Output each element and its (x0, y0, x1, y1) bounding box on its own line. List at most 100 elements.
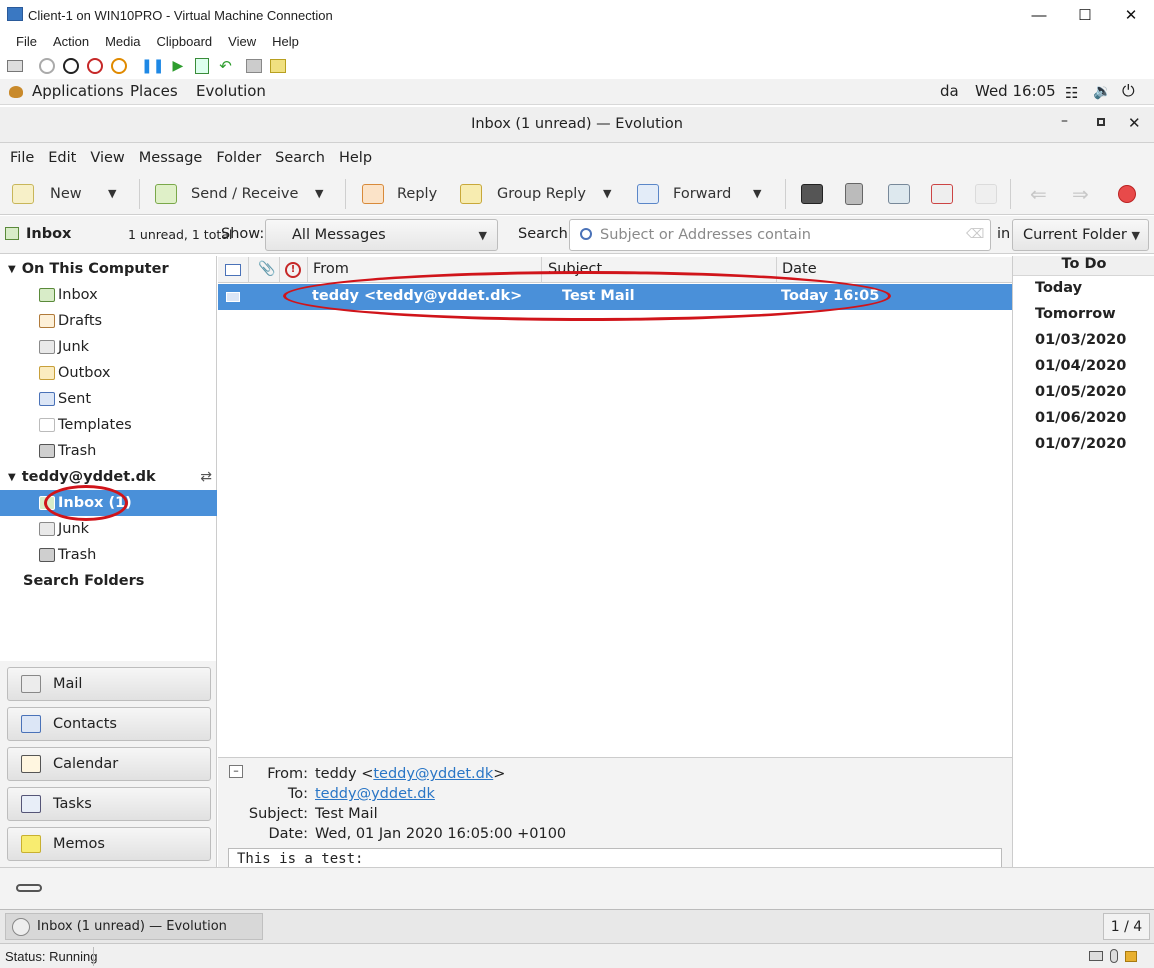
enhanced-session-icon[interactable] (245, 59, 262, 73)
maximize-button[interactable]: ☐ (1062, 0, 1108, 30)
workspace-switcher[interactable]: 1 / 4 (1103, 913, 1150, 940)
todo-item-tomorrow[interactable]: Tomorrow (1035, 306, 1116, 322)
archive-icon[interactable] (975, 184, 997, 204)
online-status-icon[interactable] (16, 884, 42, 892)
group-reply-dropdown-icon[interactable]: ▼ (603, 187, 611, 200)
network-icon[interactable]: ☷ (1065, 84, 1078, 102)
checkpoint-icon[interactable] (195, 58, 210, 74)
evo-minimize-button[interactable]: – (1061, 113, 1068, 129)
stop-icon[interactable] (1118, 185, 1136, 203)
resume-icon[interactable]: ▶ (172, 58, 183, 74)
status-column-icon[interactable] (225, 264, 241, 276)
todo-item-date[interactable]: 01/05/2020 (1035, 384, 1126, 400)
back-icon[interactable]: ⇐ (1030, 182, 1047, 206)
junk-icon[interactable] (888, 184, 910, 204)
clock[interactable]: Wed 16:05 (975, 82, 1056, 100)
folder-junk[interactable]: Junk (39, 334, 89, 360)
switcher-tasks[interactable]: Tasks (7, 787, 211, 821)
menu-folder[interactable]: Folder (216, 150, 261, 166)
switcher-memos[interactable]: Memos (7, 827, 211, 861)
folder-label: Trash (58, 547, 97, 563)
forward-dropdown-icon[interactable]: ▼ (753, 187, 761, 200)
from-column-header[interactable]: From (313, 261, 349, 277)
forward-button[interactable]: Forward (637, 173, 731, 215)
menu-file[interactable]: File (10, 150, 34, 166)
tree-node-search-folders[interactable]: Search Folders (23, 568, 144, 594)
print-icon[interactable] (801, 184, 823, 204)
tree-node-account[interactable]: ▼ teddy@yddet.dk ⇄ (8, 464, 215, 490)
switcher-calendar[interactable]: Calendar (7, 747, 211, 781)
host-menu-help[interactable]: Help (272, 34, 299, 49)
power-icon[interactable]: ⏻ (1122, 81, 1135, 101)
applications-menu[interactable]: Applications (32, 82, 124, 100)
folder-outbox[interactable]: Outbox (39, 360, 111, 386)
show-filter-combo[interactable]: All Messages ▼ (265, 219, 498, 251)
evo-close-button[interactable]: ✕ (1128, 114, 1141, 132)
evolution-app-menu[interactable]: Evolution (196, 82, 266, 100)
switcher-contacts[interactable]: Contacts (7, 707, 211, 741)
new-dropdown-icon[interactable]: ▼ (108, 187, 116, 200)
forward-nav-icon[interactable]: ⇒ (1072, 182, 1089, 206)
taskbar-window-button[interactable]: Inbox (1 unread) — Evolution (5, 913, 263, 940)
search-input[interactable]: Subject or Addresses contain ⌫ (569, 219, 991, 251)
attachment-column-icon[interactable]: 📎 (258, 261, 275, 277)
revert-icon[interactable]: ↶ (219, 57, 232, 75)
reply-icon (362, 184, 384, 204)
keyboard-layout[interactable]: da (940, 82, 959, 100)
todo-item-date[interactable]: 01/04/2020 (1035, 358, 1126, 374)
todo-item-date[interactable]: 01/06/2020 (1035, 410, 1126, 426)
send-receive-dropdown-icon[interactable]: ▼ (315, 187, 323, 200)
date-column-header[interactable]: Date (782, 261, 817, 277)
turn-off-icon[interactable] (63, 58, 79, 74)
host-menu-action[interactable]: Action (53, 34, 89, 49)
pause-icon[interactable]: ❚❚ (141, 58, 164, 74)
reply-button[interactable]: Reply (362, 173, 437, 215)
group-reply-button[interactable]: Group Reply (460, 173, 586, 215)
folder-trash[interactable]: Trash (39, 438, 96, 464)
send-receive-button[interactable]: Send / Receive (155, 173, 298, 215)
menu-message[interactable]: Message (139, 150, 203, 166)
host-menu-clipboard[interactable]: Clipboard (157, 34, 213, 49)
folder-drafts[interactable]: Drafts (39, 308, 102, 334)
folder-inbox[interactable]: Inbox (39, 282, 98, 308)
volume-icon[interactable]: 🔉 (1093, 82, 1112, 100)
close-button[interactable]: ✕ (1108, 0, 1154, 30)
host-menu-view[interactable]: View (228, 34, 256, 49)
folder-account-trash[interactable]: Trash (39, 542, 96, 568)
folder-sent[interactable]: Sent (39, 386, 91, 412)
folder-templates[interactable]: Templates (39, 412, 132, 438)
delete-icon[interactable] (845, 183, 863, 205)
menu-search[interactable]: Search (275, 150, 325, 166)
save-state-icon[interactable] (111, 58, 127, 74)
minimize-button[interactable]: — (1016, 0, 1062, 30)
message-list (218, 256, 1012, 756)
menu-edit[interactable]: Edit (48, 150, 76, 166)
places-menu[interactable]: Places (130, 82, 178, 100)
tree-node-local[interactable]: ▼ On This Computer (8, 256, 169, 282)
start-icon[interactable] (39, 58, 55, 74)
expander-icon[interactable]: ▼ (8, 472, 16, 483)
clear-search-icon[interactable]: ⌫ (966, 227, 984, 242)
share-icon[interactable] (269, 59, 286, 73)
host-menu-media[interactable]: Media (105, 34, 140, 49)
evo-maximize-button[interactable] (1097, 118, 1105, 126)
todo-item-today[interactable]: Today (1035, 280, 1082, 296)
flag-column-icon[interactable]: ! (285, 262, 301, 278)
evolution-icon (12, 917, 30, 936)
shutdown-icon[interactable] (87, 58, 103, 74)
menu-help[interactable]: Help (339, 150, 372, 166)
host-menu-file[interactable]: File (16, 34, 37, 49)
to-email-link[interactable]: teddy@yddet.dk (315, 786, 435, 802)
todo-item-date[interactable]: 01/07/2020 (1035, 436, 1126, 452)
ctrl-alt-del-icon[interactable] (7, 60, 23, 72)
from-email-link[interactable]: teddy@yddet.dk (373, 766, 493, 782)
todo-bar: To Do Today Tomorrow 01/03/2020 01/04/20… (1012, 256, 1154, 867)
sync-icon[interactable]: ⇄ (200, 469, 212, 485)
search-scope-combo[interactable]: Current Folder ▼ (1012, 219, 1149, 251)
new-button[interactable]: New (12, 173, 82, 215)
menu-view[interactable]: View (90, 150, 124, 166)
switcher-mail[interactable]: Mail (7, 667, 211, 701)
expander-icon[interactable]: ▼ (8, 264, 16, 275)
not-junk-icon[interactable] (931, 184, 953, 204)
todo-item-date[interactable]: 01/03/2020 (1035, 332, 1126, 348)
